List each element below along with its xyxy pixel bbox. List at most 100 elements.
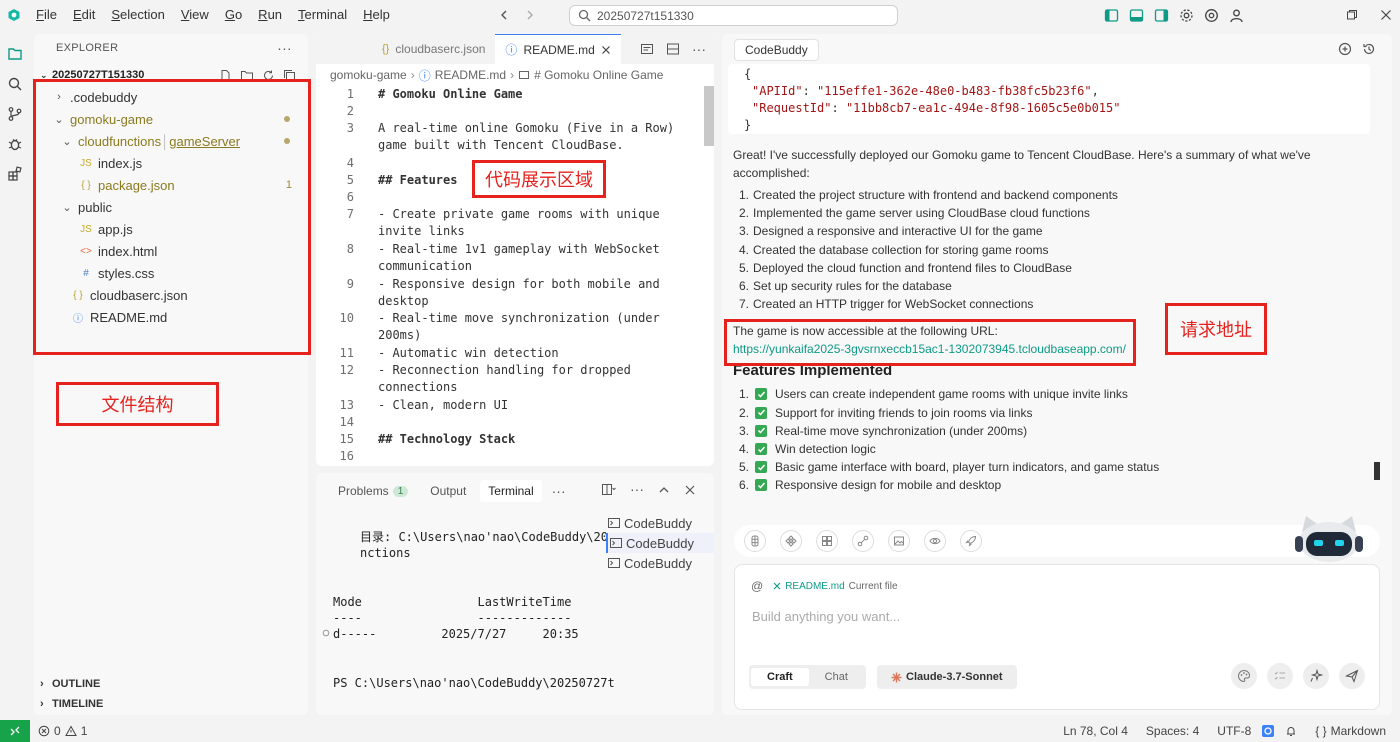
context-file-name: README.md xyxy=(785,580,845,592)
mention-at-icon[interactable]: @ xyxy=(751,579,763,593)
info-file-icon: ⓘ xyxy=(505,43,518,57)
editor-scrollbar[interactable] xyxy=(704,86,714,146)
command-search-input[interactable]: 20250727t151330 xyxy=(569,5,898,26)
menu-go[interactable]: Go xyxy=(217,0,250,30)
close-tab-icon[interactable] xyxy=(601,45,611,55)
outline-section[interactable]: › OUTLINE xyxy=(34,674,308,694)
editor-more-icon[interactable]: ··· xyxy=(692,42,706,56)
json-brace: } xyxy=(744,118,752,132)
new-chat-icon[interactable] xyxy=(1338,42,1352,56)
source-control-icon[interactable] xyxy=(7,106,23,122)
menu-label: dit xyxy=(81,7,96,22)
problems-status[interactable]: 0 1 xyxy=(30,724,87,738)
input-actions xyxy=(1231,663,1365,689)
menu-file[interactable]: File xyxy=(28,0,65,30)
terminal-session-label: CodeBuddy xyxy=(626,535,694,551)
tab-cloudbaserc-json[interactable]: {} cloudbaserc.json xyxy=(316,34,495,64)
code-area[interactable]: 1 # Gomoku Online Game 2 3 A real-time onlin… xyxy=(316,86,706,466)
line-number: 9 xyxy=(346,277,354,291)
remove-context-icon[interactable] xyxy=(773,582,781,590)
encoding[interactable]: UTF-8 xyxy=(1217,724,1251,738)
restore-window-icon[interactable] xyxy=(1346,9,1358,21)
notification-bell-icon[interactable] xyxy=(1285,725,1297,737)
menu-run[interactable]: Run xyxy=(250,0,290,30)
list-number: 4. xyxy=(739,442,750,457)
enhance-prompt-icon[interactable] xyxy=(1303,663,1329,689)
chat-mode-button[interactable]: Chat xyxy=(809,668,864,686)
list-item: 2. Implemented the game server using Clou… xyxy=(733,204,1363,222)
line-number: 12 xyxy=(339,363,354,377)
list-item: 6. Set up security rules for the database xyxy=(733,277,1363,295)
forward-arrow-icon[interactable] xyxy=(524,9,536,21)
menu-terminal[interactable]: Terminal xyxy=(290,0,355,30)
component-icon[interactable] xyxy=(780,530,802,552)
toggle-panel-icon[interactable] xyxy=(1129,8,1144,23)
toggle-secondary-sidebar-icon[interactable] xyxy=(1154,8,1169,23)
more-actions-icon[interactable]: ··· xyxy=(277,40,292,56)
send-icon[interactable] xyxy=(1339,663,1365,689)
image-icon[interactable] xyxy=(888,530,910,552)
menu-selection[interactable]: Selection xyxy=(103,0,172,30)
tab-terminal[interactable]: Terminal xyxy=(480,480,542,502)
json-colon: : xyxy=(831,101,846,115)
breadcrumb-symbol[interactable]: # Gomoku Online Game xyxy=(534,68,663,82)
line-number: 6 xyxy=(346,190,354,204)
history-icon[interactable] xyxy=(1362,42,1376,56)
link-nodes-icon[interactable] xyxy=(852,530,874,552)
language-mode[interactable]: { } Markdown xyxy=(1315,724,1386,738)
line-text: - Clean, modern UI xyxy=(378,398,509,412)
codebuddy-mascot-icon xyxy=(1292,512,1366,564)
terminal-session[interactable]: CodeBuddy xyxy=(606,553,714,573)
tab-readme-md[interactable]: ⓘ README.md xyxy=(495,34,621,64)
palette-icon[interactable] xyxy=(1231,663,1257,689)
eye-preview-icon[interactable] xyxy=(924,530,946,552)
craft-mode-button[interactable]: Craft xyxy=(751,668,809,686)
maximize-panel-icon[interactable] xyxy=(658,484,670,496)
toggle-primary-sidebar-icon[interactable] xyxy=(1104,8,1119,23)
terminal-session[interactable]: CodeBuddy xyxy=(606,533,714,553)
chat-scrollbar[interactable] xyxy=(1374,462,1380,480)
debug-bug-icon[interactable] xyxy=(7,136,23,152)
task-list-icon[interactable] xyxy=(1267,663,1293,689)
menu-edit[interactable]: Edit xyxy=(65,0,103,30)
breadcrumb-folder[interactable]: gomoku-game xyxy=(330,68,407,82)
rocket-deploy-icon[interactable] xyxy=(960,530,982,552)
context-chip[interactable]: README.md Current file xyxy=(773,580,898,592)
menu-mnemonic: G xyxy=(224,7,235,22)
split-editor-icon[interactable] xyxy=(666,42,680,56)
menu-help[interactable]: Help xyxy=(355,0,398,30)
terminal-session[interactable]: CodeBuddy xyxy=(606,513,714,533)
account-icon[interactable] xyxy=(1229,8,1244,23)
open-preview-icon[interactable] xyxy=(640,42,654,56)
panel-more-icon[interactable]: ··· xyxy=(552,483,566,499)
model-selector[interactable]: Claude-3.7-Sonnet xyxy=(877,665,1017,689)
split-terminal-icon[interactable] xyxy=(601,483,616,496)
chat-tab[interactable]: CodeBuddy xyxy=(734,39,819,61)
chat-prompt-input[interactable]: Build anything you want... xyxy=(752,609,900,624)
line-number: 2 xyxy=(346,104,354,118)
settings-gear-icon[interactable] xyxy=(1179,8,1194,23)
breadcrumb-file[interactable]: README.md xyxy=(435,68,506,82)
blocks-icon[interactable] xyxy=(816,530,838,552)
tab-problems[interactable]: Problems 1 xyxy=(330,480,416,502)
cursor-position[interactable]: Ln 78, Col 4 xyxy=(1063,724,1128,738)
terminal-icon xyxy=(608,557,620,569)
browser-icon[interactable] xyxy=(1204,8,1219,23)
remote-indicator[interactable] xyxy=(0,720,30,742)
extensions-icon[interactable] xyxy=(7,166,23,182)
menu-label: o xyxy=(234,7,243,22)
tab-output[interactable]: Output xyxy=(422,480,474,502)
terminal-more-icon[interactable]: ··· xyxy=(630,482,644,496)
figma-icon[interactable] xyxy=(744,530,766,552)
explorer-files-icon[interactable] xyxy=(7,46,23,62)
timeline-section[interactable]: › TIMELINE xyxy=(34,694,308,714)
list-number: 1. xyxy=(739,188,750,202)
close-panel-icon[interactable] xyxy=(684,484,696,496)
indentation[interactable]: Spaces: 4 xyxy=(1146,724,1199,738)
back-arrow-icon[interactable] xyxy=(498,9,510,21)
list-item: 4. Created the database collection for st… xyxy=(733,241,1363,259)
menu-view[interactable]: View xyxy=(173,0,217,30)
search-view-icon[interactable] xyxy=(7,76,23,92)
codebuddy-status-icon[interactable] xyxy=(1261,724,1275,738)
close-window-icon[interactable] xyxy=(1380,9,1392,21)
